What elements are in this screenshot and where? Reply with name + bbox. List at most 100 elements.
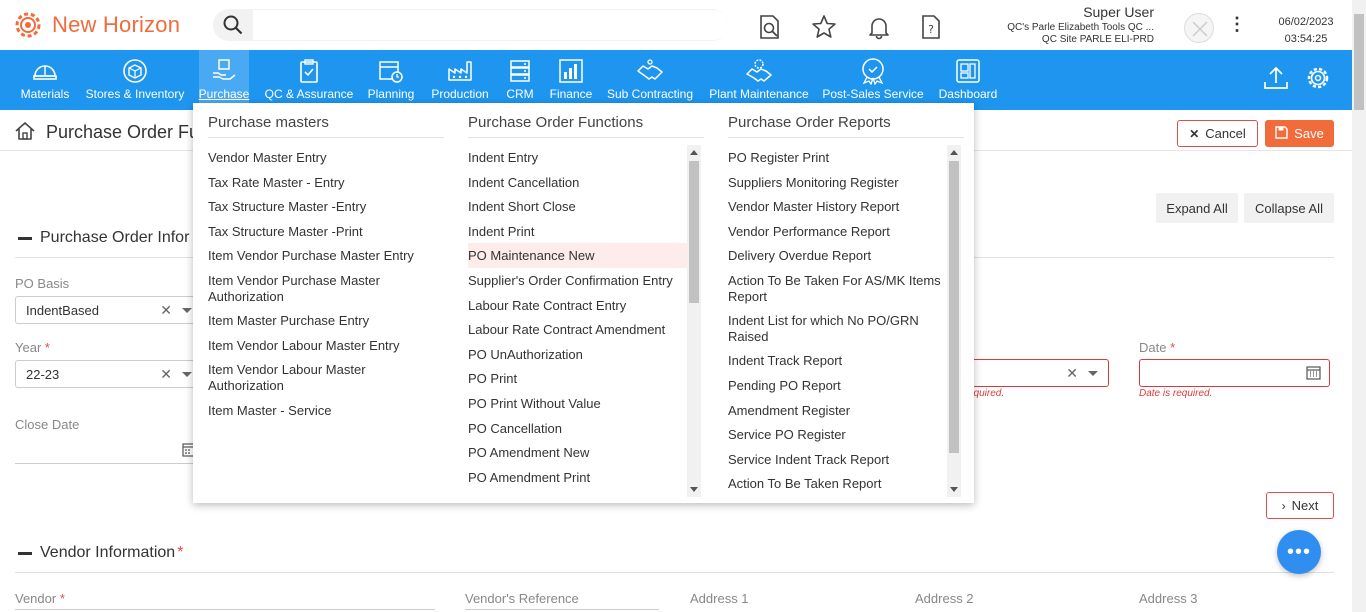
- menu-item[interactable]: Service PO Register: [728, 422, 947, 447]
- settings-gear-icon[interactable]: [1304, 64, 1332, 95]
- search-input[interactable]: [253, 10, 728, 40]
- menu-item[interactable]: Item Vendor Purchase Master Authorizatio…: [208, 268, 398, 308]
- menu-item[interactable]: Item Master - Service: [208, 398, 444, 423]
- menu-item[interactable]: PO Amendment New: [468, 440, 687, 465]
- menu-item[interactable]: Amendment Register: [728, 398, 947, 423]
- menu-item[interactable]: Action To Be Taken For AS/MK Items Repor…: [728, 268, 947, 308]
- menu-item[interactable]: Action To Be Taken Report: [728, 471, 947, 496]
- expand-all-button[interactable]: Expand All: [1156, 193, 1238, 223]
- menu-item[interactable]: Vendor Master History Report: [728, 194, 947, 219]
- menu-item[interactable]: PO Amendment Print: [468, 465, 687, 490]
- star-icon[interactable]: [811, 14, 837, 40]
- year-select[interactable]: 22-23 ✕: [15, 360, 203, 388]
- floppy-icon: [1275, 125, 1288, 142]
- avatar[interactable]: [1184, 13, 1214, 43]
- brand[interactable]: New Horizon: [12, 9, 180, 41]
- chevron-down-icon[interactable]: [1088, 370, 1098, 376]
- nav-item-materials[interactable]: Materials: [14, 50, 76, 110]
- search-icon[interactable]: [213, 15, 253, 35]
- nav-item-qc-assurance[interactable]: QC & Assurance: [263, 50, 355, 110]
- scrollbar-thumb[interactable]: [1354, 14, 1364, 110]
- menu-item[interactable]: Item Vendor Labour Master Authorization: [208, 357, 388, 397]
- menu-item[interactable]: Indent List for which No PO/GRN Raised: [728, 308, 928, 348]
- nav-item-plant-maintenance[interactable]: Plant Maintenance: [708, 50, 810, 110]
- menu-item[interactable]: Tax Structure Master -Print: [208, 219, 444, 244]
- menu-item[interactable]: Indent Print: [468, 219, 687, 244]
- clear-icon[interactable]: ✕: [160, 366, 172, 383]
- menu-item[interactable]: Delivery Overdue Report: [728, 243, 947, 268]
- menu-item[interactable]: Item Vendor Labour Master Entry: [208, 333, 444, 358]
- section-header-vendor-info[interactable]: Vendor Information *: [18, 544, 183, 562]
- collapse-all-button[interactable]: Collapse All: [1244, 193, 1334, 223]
- scrollbar-thumb[interactable]: [689, 161, 699, 303]
- menu-item[interactable]: Tax Structure Master -Entry: [208, 194, 444, 219]
- section-header-po-info[interactable]: Purchase Order Infor: [18, 229, 189, 247]
- chat-button[interactable]: •••: [1277, 530, 1321, 574]
- menu-item[interactable]: Indent Track Report: [728, 348, 947, 373]
- menu-item[interactable]: Indent Entry: [468, 145, 687, 170]
- cancel-button[interactable]: ✕ Cancel: [1177, 120, 1258, 147]
- year-label-text: Year: [15, 340, 42, 355]
- menu-item[interactable]: PO UnAuthorization: [468, 342, 687, 367]
- nav-item-planning[interactable]: Planning: [365, 50, 417, 110]
- nav-item-purchase[interactable]: Purchase: [199, 50, 249, 110]
- menu-item[interactable]: Labour Rate Contract Entry: [468, 293, 687, 318]
- document-search-icon[interactable]: [757, 14, 783, 40]
- scroll-down-arrow-icon[interactable]: [690, 487, 698, 492]
- menu-item[interactable]: Service Indent Track Report: [728, 447, 947, 472]
- menu-item[interactable]: Pending PO Report: [728, 373, 947, 398]
- home-icon[interactable]: [14, 120, 36, 145]
- menu-item[interactable]: Supplier's Order Confirmation Entry: [468, 268, 687, 293]
- column-scrollbar[interactable]: [947, 145, 961, 497]
- column-title: Purchase Order Reports: [728, 114, 891, 131]
- nav-item-post-sales-service[interactable]: Post-Sales Service: [822, 50, 924, 110]
- clear-icon[interactable]: ✕: [1066, 365, 1078, 382]
- calendar-icon[interactable]: [1306, 365, 1321, 383]
- bell-icon[interactable]: [866, 14, 892, 40]
- help-document-icon[interactable]: ?: [918, 14, 944, 40]
- calendar-icon[interactable]: [182, 442, 196, 460]
- column-scrollbar[interactable]: [687, 145, 701, 497]
- page-scrollbar[interactable]: [1352, 0, 1366, 612]
- vendor-input-top[interactable]: [15, 609, 435, 610]
- menu-item[interactable]: Indent Short Close: [468, 194, 687, 219]
- nav-item-dashboard[interactable]: Dashboard: [938, 50, 998, 110]
- nav-item-production[interactable]: Production: [429, 50, 491, 110]
- menu-item[interactable]: Item Vendor Purchase Master Entry: [208, 243, 444, 268]
- menu-item[interactable]: Vendor Performance Report: [728, 219, 947, 244]
- menu-item[interactable]: Tax Rate Master - Entry: [208, 170, 444, 195]
- scroll-up-arrow-icon[interactable]: [950, 150, 958, 155]
- more-vertical-icon[interactable]: ⋮: [1228, 14, 1246, 35]
- scroll-up-arrow-icon[interactable]: [690, 150, 698, 155]
- search-bar[interactable]: [213, 9, 728, 41]
- chevron-down-icon[interactable]: [182, 371, 192, 377]
- year-label: Year *: [15, 340, 50, 355]
- hidden-select-field[interactable]: ✕: [960, 359, 1109, 387]
- next-button[interactable]: › Next: [1266, 492, 1334, 519]
- save-button[interactable]: Save: [1265, 120, 1334, 147]
- menu-item-highlighted[interactable]: PO Maintenance New: [468, 243, 687, 268]
- menu-item[interactable]: PO Register Print: [728, 145, 947, 170]
- menu-item[interactable]: PO Cancellation: [468, 416, 687, 441]
- clear-icon[interactable]: ✕: [160, 302, 172, 319]
- upload-icon[interactable]: [1262, 64, 1290, 95]
- menu-item[interactable]: Indent Cancellation: [468, 170, 687, 195]
- scroll-down-arrow-icon[interactable]: [950, 487, 958, 492]
- date-input[interactable]: [1139, 359, 1330, 387]
- nav-item-finance[interactable]: Finance: [548, 50, 594, 110]
- po-basis-label: PO Basis: [15, 276, 70, 291]
- menu-item[interactable]: Labour Rate Contract Amendment: [468, 317, 687, 342]
- scrollbar-thumb[interactable]: [949, 161, 959, 453]
- nav-item-crm[interactable]: CRM: [503, 50, 537, 110]
- menu-item[interactable]: Suppliers Monitoring Register: [728, 170, 947, 195]
- nav-item-sub-contracting[interactable]: Sub Contracting: [606, 50, 694, 110]
- menu-item[interactable]: Vendor Master Entry: [208, 145, 444, 170]
- vendor-ref-input-top[interactable]: [465, 609, 659, 610]
- chevron-down-icon[interactable]: [182, 307, 192, 313]
- section-divider: [15, 572, 1334, 573]
- menu-item[interactable]: PO Print: [468, 366, 687, 391]
- po-basis-select[interactable]: IndentBased ✕: [15, 296, 203, 324]
- menu-item[interactable]: Item Master Purchase Entry: [208, 308, 444, 333]
- menu-item[interactable]: PO Print Without Value: [468, 391, 687, 416]
- nav-item-stores-inventory[interactable]: Stores & Inventory: [84, 50, 186, 110]
